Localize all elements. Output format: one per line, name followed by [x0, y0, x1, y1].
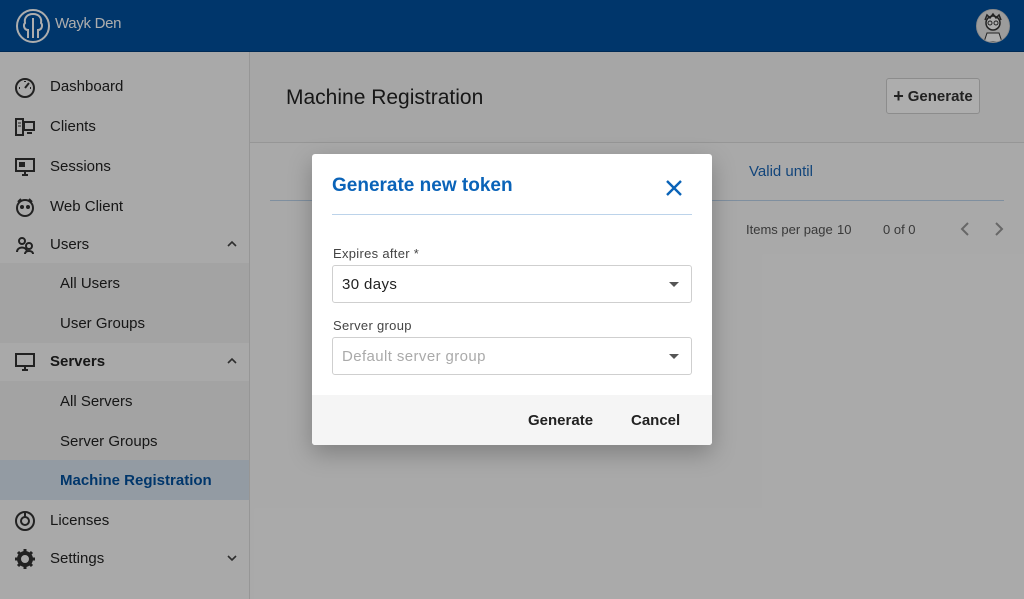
close-icon[interactable]: [662, 176, 686, 200]
dropdown-caret-icon: [669, 282, 679, 287]
expires-after-select[interactable]: 30 days: [332, 265, 692, 303]
server-group-placeholder: Default server group: [342, 348, 486, 365]
server-group-label: Server group: [333, 318, 412, 333]
dialog-divider: [332, 214, 692, 215]
expires-after-value: 30 days: [342, 276, 398, 293]
generate-token-dialog: Generate new token Expires after * 30 da…: [312, 154, 712, 445]
server-group-select[interactable]: Default server group: [332, 337, 692, 375]
dialog-footer: Generate Cancel: [312, 395, 712, 445]
dialog-cancel-button[interactable]: Cancel: [631, 412, 680, 429]
dialog-generate-button[interactable]: Generate: [528, 412, 593, 429]
dropdown-caret-icon: [669, 354, 679, 359]
dialog-title: Generate new token: [332, 175, 513, 196]
expires-after-label: Expires after *: [333, 246, 420, 261]
